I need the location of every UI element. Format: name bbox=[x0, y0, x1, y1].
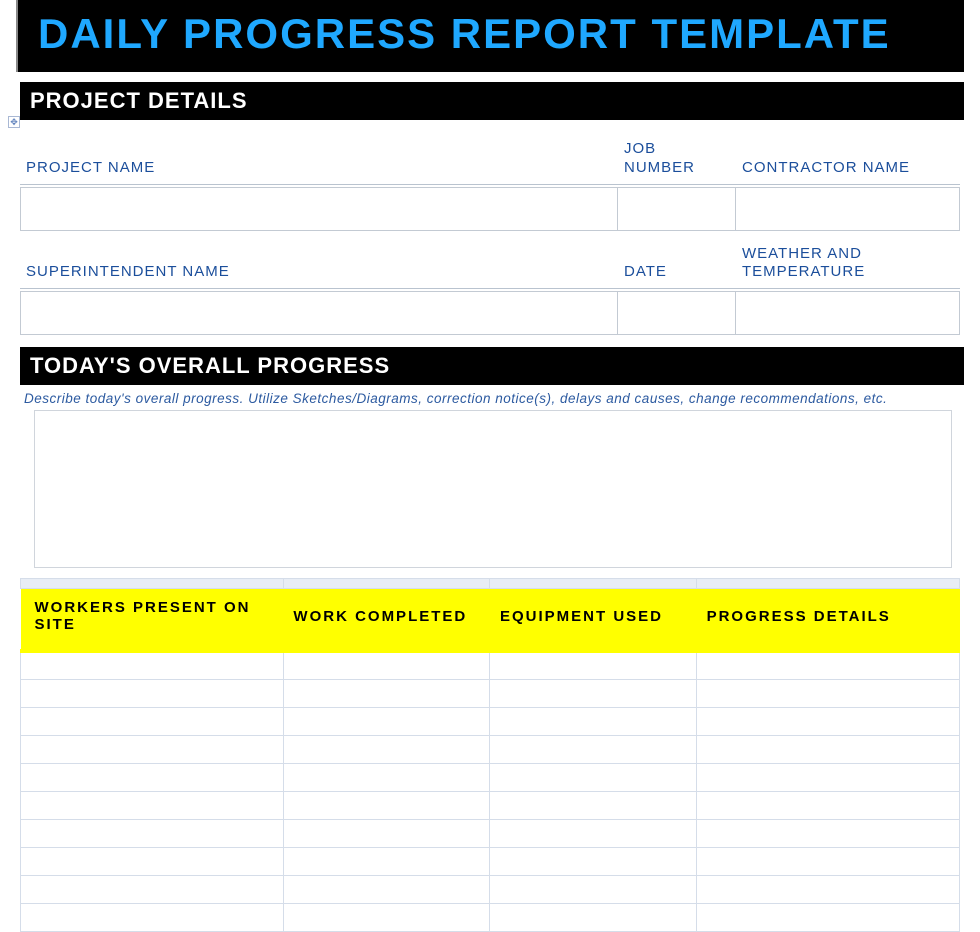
table-row bbox=[21, 847, 960, 875]
page-title: DAILY PROGRESS REPORT TEMPLATE bbox=[38, 10, 944, 58]
cell-equipment[interactable] bbox=[490, 875, 697, 903]
cell-progress[interactable] bbox=[697, 707, 960, 735]
cell-completed[interactable] bbox=[283, 819, 490, 847]
cell-progress[interactable] bbox=[697, 875, 960, 903]
cell-workers[interactable] bbox=[21, 819, 284, 847]
summary-table: WORKERS PRESENT ON SITE WORK COMPLETED E… bbox=[20, 578, 960, 932]
cell-progress[interactable] bbox=[697, 791, 960, 819]
label-superintendent-name: SUPERINTENDENT NAME bbox=[20, 249, 618, 289]
project-details-grid: PROJECT NAME JOB NUMBER CONTRACTOR NAME … bbox=[20, 126, 960, 335]
cell-completed[interactable] bbox=[283, 875, 490, 903]
col-workers-present: WORKERS PRESENT ON SITE bbox=[21, 589, 284, 652]
label-weather-temp: WEATHER AND TEMPERATURE bbox=[736, 231, 960, 290]
cell-completed[interactable] bbox=[283, 735, 490, 763]
table-row bbox=[21, 651, 960, 679]
table-row bbox=[21, 735, 960, 763]
col-progress-details: PROGRESS DETAILS bbox=[697, 589, 960, 652]
details-inputs-row-1 bbox=[20, 187, 960, 231]
cell-progress[interactable] bbox=[697, 763, 960, 791]
cell-equipment[interactable] bbox=[490, 819, 697, 847]
overall-progress-input[interactable] bbox=[34, 410, 952, 568]
cell-workers[interactable] bbox=[21, 903, 284, 931]
table-row bbox=[21, 903, 960, 931]
summary-header-spacer bbox=[21, 579, 960, 589]
input-contractor-name[interactable] bbox=[736, 187, 960, 231]
cell-workers[interactable] bbox=[21, 679, 284, 707]
cell-completed[interactable] bbox=[283, 763, 490, 791]
cell-equipment[interactable] bbox=[490, 847, 697, 875]
cell-equipment[interactable] bbox=[490, 903, 697, 931]
cell-workers[interactable] bbox=[21, 847, 284, 875]
summary-header-row: WORKERS PRESENT ON SITE WORK COMPLETED E… bbox=[21, 589, 960, 652]
cell-workers[interactable] bbox=[21, 735, 284, 763]
label-date: DATE bbox=[618, 249, 736, 289]
table-row bbox=[21, 707, 960, 735]
cell-progress[interactable] bbox=[697, 735, 960, 763]
table-row bbox=[21, 791, 960, 819]
cell-equipment[interactable] bbox=[490, 679, 697, 707]
details-inputs-row-2 bbox=[20, 291, 960, 335]
cell-completed[interactable] bbox=[283, 707, 490, 735]
title-bar: DAILY PROGRESS REPORT TEMPLATE bbox=[16, 0, 964, 72]
cell-progress[interactable] bbox=[697, 819, 960, 847]
overall-progress-description: Describe today's overall progress. Utili… bbox=[20, 385, 960, 410]
col-work-completed: WORK COMPLETED bbox=[283, 589, 490, 652]
input-superintendent-name[interactable] bbox=[20, 291, 618, 335]
cell-completed[interactable] bbox=[283, 903, 490, 931]
cell-progress[interactable] bbox=[697, 903, 960, 931]
cell-workers[interactable] bbox=[21, 707, 284, 735]
cell-equipment[interactable] bbox=[490, 651, 697, 679]
label-project-name: PROJECT NAME bbox=[20, 145, 618, 185]
cell-workers[interactable] bbox=[21, 763, 284, 791]
cell-equipment[interactable] bbox=[490, 791, 697, 819]
cell-workers[interactable] bbox=[21, 651, 284, 679]
section-overall-progress-heading: TODAY'S OVERALL PROGRESS bbox=[20, 347, 964, 385]
details-labels-row-1: PROJECT NAME JOB NUMBER CONTRACTOR NAME bbox=[20, 126, 960, 185]
input-project-name[interactable] bbox=[20, 187, 618, 231]
table-row bbox=[21, 763, 960, 791]
cell-equipment[interactable] bbox=[490, 707, 697, 735]
label-contractor-name: CONTRACTOR NAME bbox=[736, 145, 960, 185]
input-date[interactable] bbox=[618, 291, 736, 335]
input-weather-temp[interactable] bbox=[736, 291, 960, 335]
table-anchor-icon[interactable]: ✥ bbox=[8, 116, 20, 128]
cell-equipment[interactable] bbox=[490, 735, 697, 763]
table-row bbox=[21, 819, 960, 847]
label-job-number: JOB NUMBER bbox=[618, 126, 736, 185]
cell-completed[interactable] bbox=[283, 651, 490, 679]
cell-completed[interactable] bbox=[283, 847, 490, 875]
cell-equipment[interactable] bbox=[490, 763, 697, 791]
table-row bbox=[21, 875, 960, 903]
cell-progress[interactable] bbox=[697, 847, 960, 875]
cell-workers[interactable] bbox=[21, 791, 284, 819]
input-job-number[interactable] bbox=[618, 187, 736, 231]
summary-table-body bbox=[21, 651, 960, 931]
table-row bbox=[21, 679, 960, 707]
cell-progress[interactable] bbox=[697, 679, 960, 707]
col-equipment-used: EQUIPMENT USED bbox=[490, 589, 697, 652]
section-project-details-heading: PROJECT DETAILS bbox=[20, 82, 964, 120]
cell-completed[interactable] bbox=[283, 791, 490, 819]
cell-workers[interactable] bbox=[21, 875, 284, 903]
cell-completed[interactable] bbox=[283, 679, 490, 707]
details-labels-row-2: SUPERINTENDENT NAME DATE WEATHER AND TEM… bbox=[20, 231, 960, 290]
cell-progress[interactable] bbox=[697, 651, 960, 679]
